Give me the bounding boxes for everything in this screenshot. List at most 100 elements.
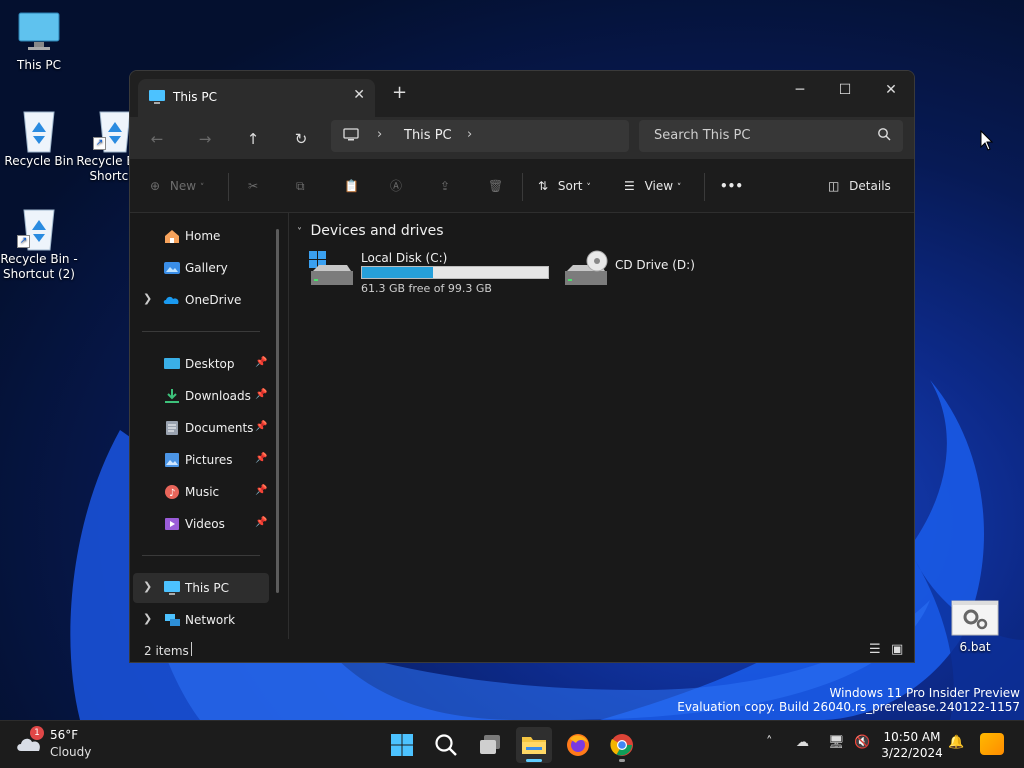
monitor-icon [17, 10, 61, 54]
copilot-pre-icon[interactable] [980, 733, 1004, 755]
documents-icon [163, 420, 181, 436]
monitor-icon [343, 128, 359, 145]
sidebar-item-label: Downloads [185, 389, 251, 403]
cut-button[interactable]: ✂ [248, 175, 258, 197]
paste-button[interactable]: 📋 [344, 175, 359, 197]
divider [522, 173, 523, 201]
large-icons-view-icon[interactable]: ▣ [891, 642, 903, 657]
minimize-button[interactable]: ─ [777, 77, 823, 103]
desktop-icon-6bat[interactable]: 6.bat [936, 600, 1014, 655]
new-label: New [169, 179, 197, 193]
sidebar-scrollbar[interactable] [276, 229, 279, 593]
volume-muted-icon[interactable]: 🔇 [854, 735, 870, 750]
sidebar-item-videos[interactable]: Videos 📌 [133, 509, 269, 539]
sidebar-item-desktop[interactable]: Desktop 📌 [133, 349, 269, 379]
item-count: 2 items [144, 644, 189, 658]
chevron-right-icon[interactable]: ❯ [143, 292, 152, 305]
tab-this-pc[interactable]: This PC ✕ [138, 79, 375, 117]
text-cursor [191, 642, 192, 656]
close-window-button[interactable]: ✕ [868, 77, 914, 103]
recycle-bin-icon: ↗ [17, 204, 61, 251]
search-icon [877, 127, 891, 144]
start-button[interactable] [384, 727, 420, 763]
downloads-icon [163, 388, 181, 404]
details-button[interactable]: ◫ Details [828, 175, 891, 197]
sidebar-item-label: Videos [185, 517, 225, 531]
sidebar-item-label: This PC [185, 581, 229, 595]
chevron-right-icon[interactable]: › [377, 127, 382, 142]
chevron-down-icon: ˅ [676, 183, 682, 193]
new-tab-button[interactable]: + [392, 84, 407, 102]
task-view-button[interactable] [472, 727, 508, 763]
refresh-button[interactable]: ↻ [288, 126, 314, 152]
taskbar-chrome[interactable] [604, 727, 640, 763]
chevron-down-icon: ˅ [586, 183, 591, 193]
sidebar-item-label: Pictures [185, 453, 233, 467]
content-pane: ˅ Devices and drives Local Disk (C:) 61.… [289, 213, 914, 631]
copy-button[interactable]: ⧉ [296, 175, 305, 197]
details-pane-icon: ◫ [828, 179, 840, 193]
back-button[interactable]: ← [144, 126, 170, 152]
sidebar-item-home[interactable]: Home [133, 221, 269, 251]
desktop-icon-label: Recycle Bin - Shortcut (2) [0, 252, 78, 281]
address-bar[interactable]: › This PC › [331, 120, 629, 152]
sidebar-item-network[interactable]: ❯ Network [133, 605, 269, 635]
sidebar-item-this-pc[interactable]: ❯ This PC [133, 573, 269, 603]
pin-icon[interactable]: 📌 [255, 517, 267, 528]
clock[interactable]: 10:50 AM 3/22/2024 [880, 729, 944, 761]
onedrive-offline-icon[interactable]: ☁ [796, 735, 809, 750]
view-button[interactable]: ☰ View ˅ [624, 175, 681, 197]
delete-button[interactable]: 🗑 [488, 175, 503, 197]
search-box[interactable]: Search This PC [639, 120, 903, 152]
sort-button[interactable]: ⇅ Sort ˅ [538, 175, 591, 197]
taskbar-firefox[interactable] [560, 727, 596, 763]
taskbar-file-explorer[interactable] [516, 727, 552, 763]
weather-temperature: 56°F [50, 728, 79, 742]
share-button[interactable]: ⇪ [440, 175, 450, 197]
details-view-icon[interactable]: ☰ [869, 642, 881, 657]
sidebar-item-downloads[interactable]: Downloads 📌 [133, 381, 269, 411]
show-hidden-icons-chevron-up-icon[interactable]: ˄ [766, 735, 773, 750]
drive-item-c[interactable]: Local Disk (C:) 61.3 GB free of 99.3 GB [309, 249, 554, 297]
command-bar: ⊕ New ˅ ✂ ⧉ 📋 Ⓐ ⇪ 🗑 ⇅ Sort ˅ ☰ View ˅ ••… [130, 159, 914, 213]
search-button[interactable] [428, 727, 464, 763]
rename-button[interactable]: Ⓐ [390, 175, 402, 197]
maximize-button[interactable]: ☐ [822, 77, 868, 103]
view-label: View [644, 179, 674, 193]
sidebar-item-onedrive[interactable]: ❯ OneDrive [133, 285, 269, 315]
chevron-right-icon[interactable]: › [467, 127, 472, 142]
breadcrumb-this-pc[interactable]: This PC [404, 128, 452, 143]
group-header[interactable]: ˅ Devices and drives [297, 223, 444, 239]
drive-name: Local Disk (C:) [361, 251, 448, 265]
pin-icon[interactable]: 📌 [255, 357, 267, 368]
pin-icon[interactable]: 📌 [255, 453, 267, 464]
notification-bell-icon[interactable]: 🔔 [948, 735, 964, 750]
network-icon [163, 612, 181, 628]
pin-icon[interactable]: 📌 [255, 485, 267, 496]
active-indicator [526, 759, 542, 762]
forward-button[interactable]: → [192, 126, 218, 152]
chevron-right-icon[interactable]: ❯ [143, 580, 152, 593]
more-options-button[interactable]: ••• [720, 175, 743, 197]
pin-icon[interactable]: 📌 [255, 421, 267, 432]
chevron-right-icon[interactable]: ❯ [143, 612, 152, 625]
pictures-icon [163, 452, 181, 468]
sidebar-item-pictures[interactable]: Pictures 📌 [133, 445, 269, 475]
close-tab-icon[interactable]: ✕ [353, 87, 365, 103]
desktop-icon-recycle-bin-shortcut-2[interactable]: ↗ Recycle Bin - Shortcut (2) [0, 204, 78, 282]
new-button[interactable]: ⊕ New ˅ [150, 175, 204, 197]
sidebar-item-music[interactable]: ♪ Music 📌 [133, 477, 269, 507]
sidebar-item-documents[interactable]: Documents 📌 [133, 413, 269, 443]
divider [142, 555, 260, 556]
drive-item-d[interactable]: CD Drive (D:) [563, 249, 723, 297]
network-icon[interactable]: 🖥 [828, 735, 845, 750]
up-button[interactable]: ↑ [240, 126, 266, 152]
navigation-pane: Home Gallery ❯ OneDrive Desktop 📌 Downlo… [130, 213, 288, 631]
music-icon: ♪ [163, 484, 181, 500]
divider [228, 173, 229, 201]
sidebar-item-gallery[interactable]: Gallery [133, 253, 269, 283]
sidebar-item-label: Desktop [185, 357, 235, 371]
pin-icon[interactable]: 📌 [255, 389, 267, 400]
desktop-icon-recycle-bin[interactable]: Recycle Bin [0, 106, 78, 169]
desktop-icon-this-pc[interactable]: This PC [0, 10, 78, 73]
